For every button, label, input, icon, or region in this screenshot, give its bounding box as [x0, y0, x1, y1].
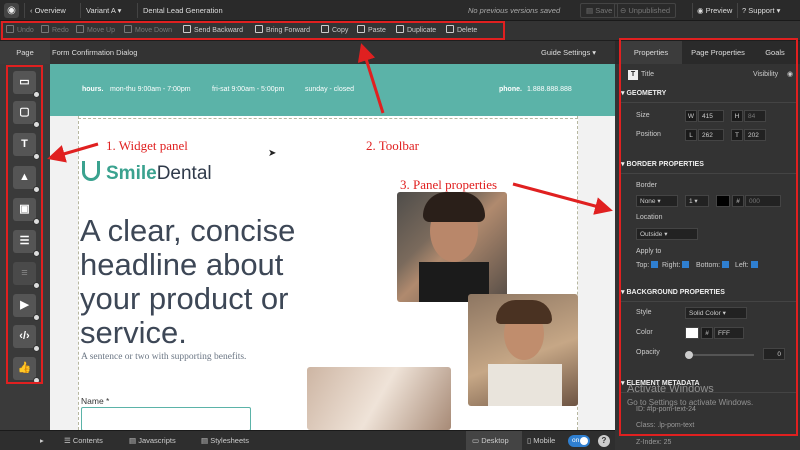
chevron-down-icon: ▾ [117, 6, 122, 15]
chevron-down-icon: ▾ [776, 6, 781, 15]
phone-label: phone. [499, 86, 522, 93]
eye-icon: ◉ [697, 6, 704, 15]
annotation-widget-panel: 1. Widget panel [106, 138, 188, 153]
contents-icon: ☰ [64, 436, 71, 445]
desktop-icon: ▭ [472, 436, 480, 445]
help-button[interactable]: ? [598, 435, 610, 447]
woman-photo-image[interactable] [397, 192, 507, 302]
mouse-cursor-icon: ➤ [268, 148, 277, 159]
overview-label: Overview [34, 6, 66, 15]
hours-weekday: mon-thu 9:00am - 7:00pm [110, 86, 191, 93]
phone-number: 1.888.888.888 [527, 86, 572, 93]
headline-text[interactable]: A clear, concise headline about your pro… [80, 214, 350, 350]
hours-sunday: sunday - closed [305, 86, 355, 93]
unbounce-logo-icon[interactable]: ◉ [4, 3, 19, 18]
canvas-tab-bar: Page Form Confirmation Dialog Guide Sett… [0, 41, 615, 64]
javascripts-button[interactable]: ▤ Javascripts [129, 431, 176, 450]
shirt-shape [488, 364, 562, 406]
hours-friday: fri-sat 9:00am - 5:00pm [212, 86, 285, 93]
unpublished-button[interactable]: ⊖ Unpublished [614, 3, 677, 18]
guide-line [78, 118, 578, 119]
divider [737, 3, 738, 18]
brand-logo[interactable]: SmileDental [106, 163, 212, 185]
contents-button[interactable]: ☰ Contents [64, 431, 103, 450]
name-input[interactable] [81, 407, 251, 430]
tab-form-confirmation-dialog[interactable]: Form Confirmation Dialog [52, 41, 137, 64]
toolbar-highlight [1, 21, 505, 40]
version-status: No previous versions saved [468, 6, 561, 15]
page-canvas[interactable]: hours. mon-thu 9:00am - 7:00pm fri-sat 9… [50, 64, 615, 430]
divider [24, 3, 25, 18]
support-menu[interactable]: ? Support ▾ [742, 0, 780, 21]
subheadline-text[interactable]: A sentence or two with supporting benefi… [81, 351, 271, 363]
guide-settings-menu[interactable]: Guide Settings ▾ [541, 41, 596, 64]
element-zindex: Z-Index: 25 [636, 439, 672, 446]
help-icon: ? [742, 6, 747, 15]
save-button[interactable]: ▤ Save [580, 3, 619, 18]
annotation-toolbar: 2. Toolbar [366, 138, 420, 153]
preview-button[interactable]: ◉ Preview [697, 0, 732, 21]
stylesheets-button[interactable]: ▤ Stylesheets [201, 431, 249, 450]
widget-panel-highlight [6, 65, 43, 384]
tooth-logo-icon [82, 161, 100, 181]
man-photo-image[interactable] [468, 294, 578, 406]
top-bar: ◉ ‹ Overview Variant A ▾ Dental Lead Gen… [0, 0, 800, 21]
stylesheet-icon: ▤ [201, 436, 209, 445]
name-field-label: Name * [81, 396, 110, 406]
mobile-toggle[interactable]: on [568, 435, 590, 447]
bottom-bar: ▸ ☰ Contents ▤ Javascripts ▤ Stylesheets… [0, 430, 615, 450]
divider [80, 3, 81, 18]
variant-selector[interactable]: Variant A ▾ [86, 0, 121, 21]
save-icon: ▤ [586, 6, 594, 15]
mobile-icon: ▯ [527, 436, 532, 445]
hair-shape [496, 300, 552, 324]
hair-shape [423, 192, 485, 222]
mobile-view-button[interactable]: ▯ Mobile [527, 431, 555, 450]
guide-line [78, 116, 79, 430]
hours-label: hours. [82, 86, 104, 93]
hours-header-bar: hours. mon-thu 9:00am - 7:00pm fri-sat 9… [50, 64, 615, 116]
desktop-view-button[interactable]: ▭ Desktop [466, 431, 522, 450]
page-name[interactable]: Dental Lead Generation [143, 0, 223, 21]
javascript-icon: ▤ [129, 436, 137, 445]
variant-label: Variant A [86, 6, 116, 15]
chevron-down-icon: ▾ [592, 48, 597, 57]
properties-panel-highlight [619, 38, 798, 436]
back-to-overview-link[interactable]: ‹ Overview [30, 0, 66, 21]
divider [137, 3, 138, 18]
patient-photo-image[interactable] [307, 367, 451, 430]
annotation-panel-properties: 3. Panel properties [400, 177, 498, 192]
divider [692, 3, 693, 18]
collapse-icon[interactable]: ▸ [40, 431, 44, 450]
tab-page[interactable]: Page [0, 41, 50, 64]
